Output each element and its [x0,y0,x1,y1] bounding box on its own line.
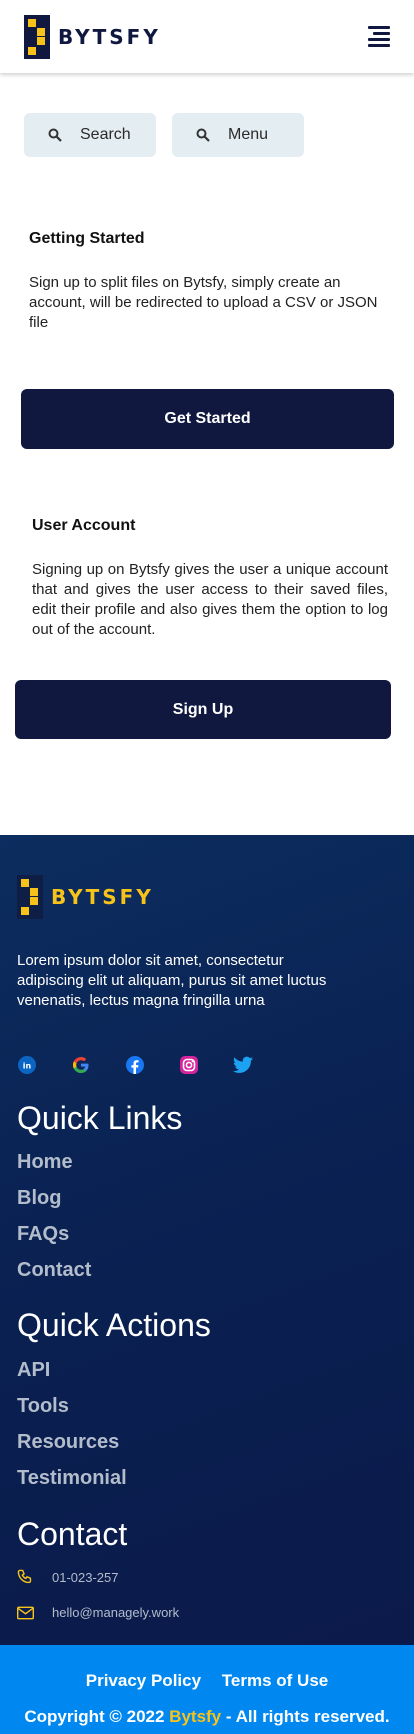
footer-link-blog[interactable]: Blog [17,1187,61,1210]
footer-link-home[interactable]: Home [17,1151,73,1174]
footer-link-faqs[interactable]: FAQs [17,1223,69,1246]
copyright-prefix: Copyright © 2022 [24,1707,170,1726]
footer-link-resources[interactable]: Resources [17,1431,119,1454]
contact-email-text: hello@managely.work [52,1605,180,1620]
search-button[interactable]: Search [24,113,156,157]
legal-links: Privacy Policy Terms of Use [0,1671,414,1691]
user-account-title: User Account [32,517,136,534]
copyright-suffix: - All rights reserved. [221,1707,390,1726]
phone-icon [17,1569,32,1584]
privacy-policy-link[interactable]: Privacy Policy [86,1671,201,1690]
logo-mark-icon [17,875,43,919]
brand-name: BYTSFY [58,25,161,49]
site-footer: BYTSFY Lorem ipsum dolor sit amet, conse… [0,835,414,1645]
search-button-label: Search [80,126,131,143]
quick-links-heading: Quick Links [17,1100,183,1136]
bottom-bar: Privacy Policy Terms of Use Copyright © … [0,1645,414,1734]
footer-about-text: Lorem ipsum dolor sit amet, consectetur … [17,952,327,1009]
getting-started-text: Sign up to split files on Bytsfy, simply… [29,274,378,331]
user-account-text: Signing up on Bytsfy gives the user a un… [32,561,388,638]
social-links: in [17,1055,287,1075]
getting-started-title: Getting Started [29,230,145,247]
brand-logo[interactable]: BYTSFY [24,15,161,59]
search-icon [196,128,210,142]
terms-of-use-link[interactable]: Terms of Use [222,1671,328,1690]
contact-phone-text: 01-023-257 [52,1570,119,1585]
logo-mark-icon [24,15,50,59]
get-started-button[interactable]: Get Started [21,389,394,449]
footer-link-testimonial[interactable]: Testimonial [17,1467,127,1490]
contact-heading: Contact [17,1516,128,1552]
footer-brand-logo[interactable]: BYTSFY [17,875,154,919]
svg-text:in: in [23,1062,32,1071]
quick-actions-heading: Quick Actions [17,1307,211,1343]
search-icon [48,128,62,142]
twitter-icon[interactable] [233,1055,253,1075]
footer-link-api[interactable]: API [17,1359,50,1382]
copyright-text: Copyright © 2022 Bytsfy - All rights res… [0,1707,414,1727]
google-icon[interactable] [71,1055,91,1075]
copyright-brand[interactable]: Bytsfy [169,1707,221,1726]
linkedin-icon[interactable]: in [17,1055,37,1075]
instagram-icon[interactable] [179,1055,199,1075]
footer-link-contact[interactable]: Contact [17,1259,91,1282]
menu-button-label: Menu [228,126,269,143]
sign-up-button[interactable]: Sign Up [15,680,391,739]
menu-button[interactable]: Menu [172,113,304,157]
hamburger-menu-icon[interactable] [368,26,390,47]
mail-icon [17,1606,34,1619]
facebook-icon[interactable] [125,1055,145,1075]
footer-brand-name: BYTSFY [51,885,154,909]
footer-link-tools[interactable]: Tools [17,1395,69,1418]
contact-email[interactable]: hello@managely.work [17,1605,179,1620]
site-header: BYTSFY [0,0,414,73]
contact-phone[interactable]: 01-023-257 [17,1569,119,1586]
